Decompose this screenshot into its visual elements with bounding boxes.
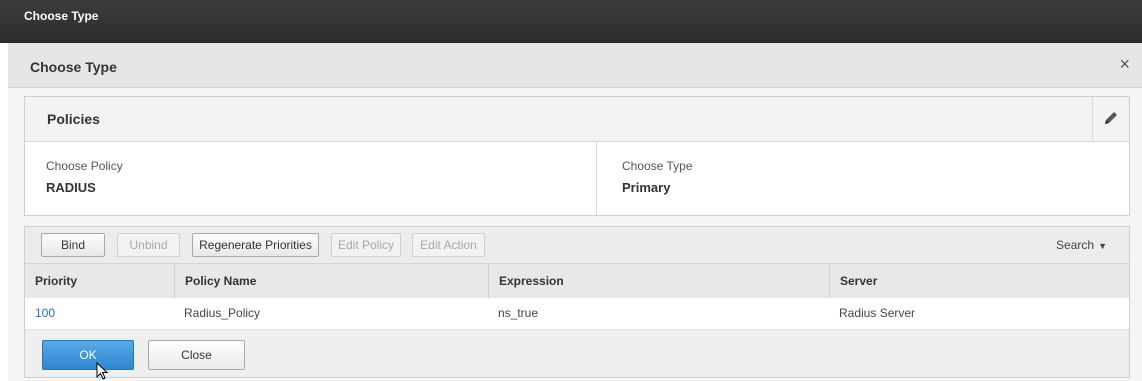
edit-policy-button[interactable]: Edit Policy <box>331 233 401 257</box>
window-title-bar: Choose Type <box>0 0 1142 43</box>
unbind-button[interactable]: Unbind <box>117 233 180 257</box>
regenerate-priorities-button[interactable]: Regenerate Priorities <box>192 233 319 257</box>
window-title: Choose Type <box>24 9 99 23</box>
column-header-priority[interactable]: Priority <box>25 264 174 298</box>
panel-header: Policies <box>25 97 1129 142</box>
grid-toolbar: Bind Unbind Regenerate Priorities Edit P… <box>25 227 1129 263</box>
search-dropdown[interactable]: Search ▼ <box>1056 238 1107 252</box>
edit-action-button[interactable]: Edit Action <box>412 233 485 257</box>
field-divider <box>596 141 597 215</box>
dialog-title: Choose Type <box>30 59 117 75</box>
cell-expression: ns_true <box>498 306 539 320</box>
column-header-policy-name[interactable]: Policy Name <box>174 264 488 298</box>
mouse-pointer-icon <box>96 362 109 380</box>
close-icon[interactable]: × <box>1119 55 1130 73</box>
choose-type-field: Choose Type Primary <box>622 159 693 195</box>
cell-policy-name: Radius_Policy <box>184 306 261 320</box>
panel-title: Policies <box>47 111 100 127</box>
edit-button[interactable] <box>1092 97 1129 141</box>
search-label: Search <box>1056 238 1095 252</box>
ok-button[interactable]: OK <box>42 340 134 370</box>
bindings-grid: Bind Unbind Regenerate Priorities Edit P… <box>24 226 1130 378</box>
dialog-footer: OK Close <box>25 330 1129 377</box>
caret-down-icon: ▼ <box>1098 241 1107 251</box>
cell-priority[interactable]: 100 <box>25 298 174 329</box>
table-header: Priority Policy Name Expression Server <box>25 263 1129 299</box>
policies-panel: Policies Choose Policy RADIUS Choose Typ… <box>24 96 1130 216</box>
choose-policy-field: Choose Policy RADIUS <box>46 159 123 195</box>
column-header-expression[interactable]: Expression <box>488 264 829 298</box>
column-header-server[interactable]: Server <box>829 264 1129 298</box>
table-row[interactable]: 100 Radius_Policy ns_true Radius Server <box>25 298 1129 330</box>
choose-type-label: Choose Type <box>622 159 693 173</box>
cell-server: Radius Server <box>839 306 916 320</box>
close-button[interactable]: Close <box>148 340 245 370</box>
choose-policy-value: RADIUS <box>46 180 96 195</box>
dialog-header: Choose Type × <box>8 43 1142 88</box>
choose-policy-label: Choose Policy <box>46 159 123 173</box>
pencil-icon <box>1105 112 1117 124</box>
bind-button[interactable]: Bind <box>41 233 105 257</box>
choose-type-value: Primary <box>622 180 671 195</box>
